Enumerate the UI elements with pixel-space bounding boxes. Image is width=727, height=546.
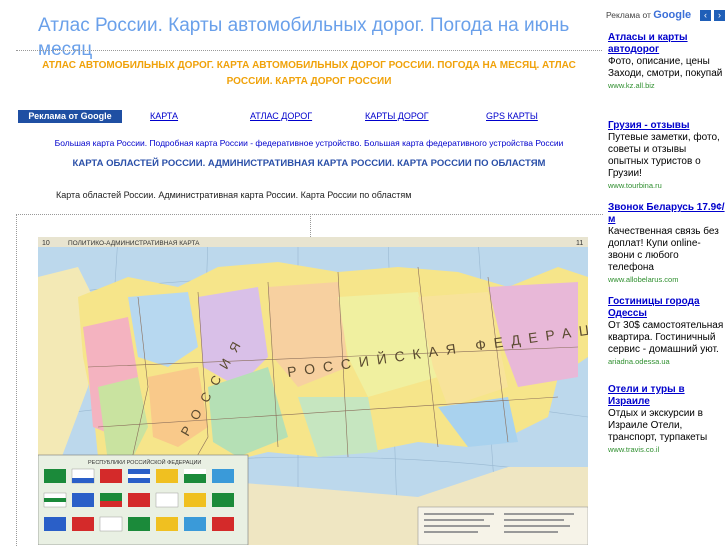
ad-text: Отдых и экскурсии в Израиле Отели, транс…: [608, 408, 708, 443]
ad-url[interactable]: www.kz.all.biz: [608, 80, 726, 91]
sidebar-ads-label[interactable]: Реклама от Google: [606, 9, 691, 21]
ad-url[interactable]: www.tourbina.ru: [608, 180, 726, 191]
main-column: Атлас России. Карты автомобильных дорог.…: [0, 0, 603, 546]
ad-title-link[interactable]: Атласы и карты автодорог: [608, 32, 726, 56]
ad-title-link[interactable]: Грузия - отзывы: [608, 120, 726, 132]
nav-link-gps-maps[interactable]: GPS КАРТЫ: [486, 111, 538, 121]
page-subtitle: АТЛАС АВТОМОБИЛЬНЫХ ДОРОГ. КАРТА АВТОМОБ…: [42, 60, 576, 87]
flags-row-2: [43, 492, 234, 508]
ads-sidebar: Реклама от Google ‹ › Атласы и карты авт…: [602, 0, 727, 545]
sidebar-ads-prefix: Реклама от: [606, 10, 651, 20]
google-logo: Google: [653, 9, 692, 21]
nav-bar: Реклама от Google КАРТА АТЛАС ДОРОГ КАРТ…: [16, 110, 602, 124]
ad-url[interactable]: www.travis.co.il: [608, 444, 726, 455]
flags-row-1: [44, 468, 234, 484]
ad-item: Гостиницы города Одессы От 30$ самостоят…: [608, 296, 726, 367]
next-ads-arrow-icon[interactable]: ›: [714, 10, 725, 21]
ad-text: Путевые заметки, фото, советы и отзывы о…: [608, 132, 720, 179]
ad-title-link[interactable]: Гостиницы города Одессы: [608, 296, 726, 320]
map-caption: Карта областей России. Административная …: [56, 190, 412, 200]
flags-panel-title: РЕСПУБЛИКИ РОССИЙСКОЙ ФЕДЕРАЦИИ: [88, 458, 201, 466]
map-page-right: 11: [576, 240, 583, 247]
ad-title-link[interactable]: Звонок Беларусь 17.9¢/м: [608, 202, 726, 226]
ad-item: Звонок Беларусь 17.9¢/м Качественная свя…: [608, 202, 726, 285]
map-page-left: 10: [42, 240, 50, 247]
nav-link-map[interactable]: КАРТА: [150, 111, 178, 121]
ad-text: Фото, описание, цены Заходи, смотри, пок…: [608, 56, 723, 79]
ad-item: Грузия - отзывы Путевые заметки, фото, с…: [608, 120, 726, 191]
ad-text: Качественная связь без доплат! Купи onli…: [608, 226, 719, 273]
title-divider: [16, 50, 602, 51]
ad-text: От 30$ самостоятельная квартира. Гостини…: [608, 320, 724, 355]
ad-item: Отели и туры в Израиле Отдых и экскурсии…: [608, 384, 726, 455]
flags-row-3: [44, 516, 234, 532]
nav-link-road-maps[interactable]: КАРТЫ ДОРОГ: [365, 111, 429, 121]
ad-url[interactable]: www.allobelarus.com: [608, 274, 726, 285]
russia-admin-map[interactable]: 10 ПОЛИТИКО-АДМИНИСТРАТИВНАЯ КАРТА 11 РО…: [38, 237, 588, 545]
prev-ads-arrow-icon[interactable]: ‹: [700, 10, 711, 21]
breadcrumb[interactable]: Большая карта России. Подробная карта Ро…: [16, 138, 602, 148]
section-heading: КАРТА ОБЛАСТЕЙ РОССИИ. АДМИНИСТРАТИВНАЯ …: [72, 158, 546, 169]
page-title: Атлас России. Карты автомобильных дорог.…: [38, 15, 570, 60]
ad-item: Атласы и карты автодорог Фото, описание,…: [608, 32, 726, 91]
map-title-text: ПОЛИТИКО-АДМИНИСТРАТИВНАЯ КАРТА: [68, 240, 200, 247]
nav-link-road-atlas[interactable]: АТЛАС ДОРОГ: [250, 111, 312, 121]
google-ads-nav-label[interactable]: Реклама от Google: [18, 110, 122, 123]
ad-title-link[interactable]: Отели и туры в Израиле: [608, 384, 726, 408]
ad-url[interactable]: ariadna.odessa.ua: [608, 356, 726, 367]
